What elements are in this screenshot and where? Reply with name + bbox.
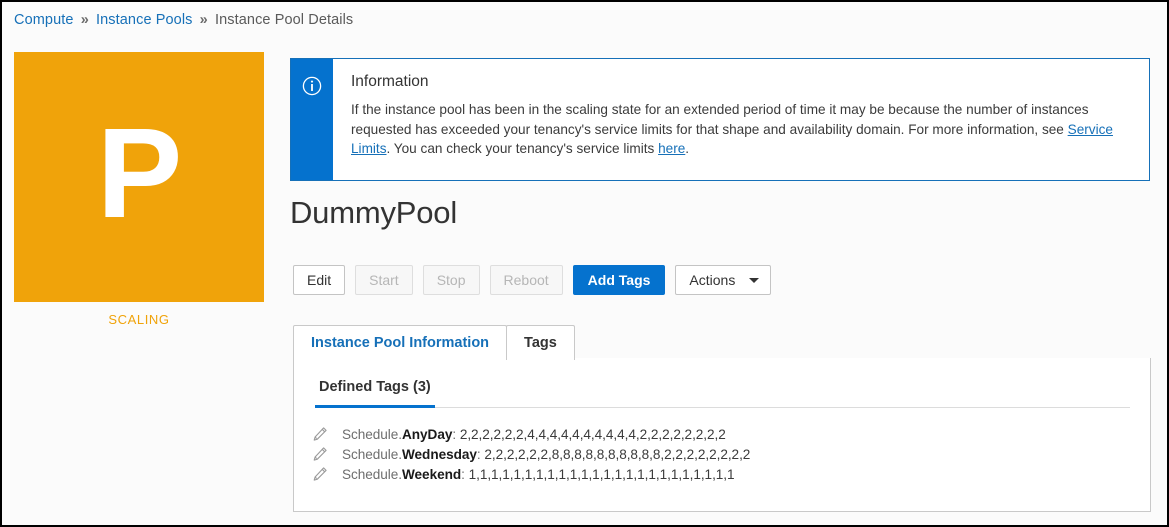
tag-entry: Schedule.AnyDay: 2,2,2,2,2,2,4,4,4,4,4,4…	[342, 427, 726, 442]
pencil-edit-icon[interactable]	[312, 426, 328, 442]
pencil-edit-icon[interactable]	[312, 446, 328, 462]
info-circle-icon	[302, 76, 322, 96]
info-text-segment-3: .	[685, 141, 690, 156]
tag-value: 1,1,1,1,1,1,1,1,1,1,1,1,1,1,1,1,1,1,1,1,…	[468, 466, 735, 482]
defined-tags-header: Defined Tags (3)	[315, 378, 1130, 408]
tab-instance-pool-information[interactable]: Instance Pool Information	[293, 325, 508, 360]
edit-button[interactable]: Edit	[293, 265, 346, 295]
tag-namespace: Schedule.	[342, 466, 403, 482]
info-banner-accent-bar	[291, 59, 333, 180]
tab-strip-filler	[573, 325, 1151, 360]
info-text-segment-1: If the instance pool has been in the sca…	[351, 102, 1089, 137]
chevron-down-icon	[749, 277, 760, 283]
breadcrumb-item-current: Instance Pool Details	[214, 12, 354, 28]
pencil-edit-icon[interactable]	[312, 466, 328, 482]
table-row: Schedule.Wednesday: 2,2,2,2,2,2,8,8,8,8,…	[312, 444, 1132, 464]
information-banner-body: Information If the instance pool has bee…	[333, 59, 1149, 180]
status-badge: SCALING	[108, 312, 170, 327]
tag-namespace: Schedule.	[342, 426, 403, 442]
information-banner: Information If the instance pool has bee…	[290, 58, 1150, 181]
start-button[interactable]: Start	[355, 265, 413, 295]
table-row: Schedule.AnyDay: 2,2,2,2,2,2,4,4,4,4,4,4…	[312, 424, 1132, 444]
information-banner-title: Information	[351, 73, 429, 90]
breadcrumb-separator: »	[199, 12, 208, 28]
tag-namespace: Schedule.	[342, 446, 403, 462]
table-row: Schedule.Weekend: 1,1,1,1,1,1,1,1,1,1,1,…	[312, 464, 1132, 484]
tag-key: Wednesday	[402, 446, 477, 462]
avatar-letter: P	[96, 102, 182, 245]
reboot-button[interactable]: Reboot	[489, 265, 563, 295]
information-banner-text: If the instance pool has been in the sca…	[351, 100, 1121, 159]
tag-separator: :	[452, 426, 460, 442]
actions-dropdown-label: Actions	[689, 272, 736, 288]
tag-entry: Schedule.Wednesday: 2,2,2,2,2,2,8,8,8,8,…	[342, 447, 750, 462]
defined-tags-list: Schedule.AnyDay: 2,2,2,2,2,2,4,4,4,4,4,4…	[312, 424, 1132, 484]
tab-strip: Instance Pool Information Tags	[293, 324, 1151, 360]
tab-tags[interactable]: Tags	[506, 325, 575, 360]
tag-key: AnyDay	[402, 426, 453, 442]
breadcrumb-item-compute[interactable]: Compute	[14, 12, 74, 28]
breadcrumb-item-instance-pools[interactable]: Instance Pools	[96, 12, 193, 28]
info-text-segment-2: . You can check your tenancy's service l…	[386, 141, 659, 156]
defined-tags-section-title: Defined Tags (3)	[315, 379, 435, 408]
action-button-row: Edit Start Stop Reboot Add Tags Actions	[293, 265, 772, 295]
actions-dropdown-button[interactable]: Actions	[675, 265, 772, 295]
page-title: DummyPool	[290, 195, 458, 230]
tags-tab-panel: Defined Tags (3) Schedule.AnyDay: 2,2,2,…	[293, 358, 1151, 512]
tag-key: Weekend	[402, 466, 462, 482]
instance-pool-details-page: Compute » Instance Pools » Instance Pool…	[0, 0, 1169, 527]
here-link[interactable]: here	[658, 141, 685, 156]
stop-button[interactable]: Stop	[422, 265, 480, 295]
breadcrumb-separator: »	[80, 12, 89, 28]
tag-entry: Schedule.Weekend: 1,1,1,1,1,1,1,1,1,1,1,…	[342, 467, 735, 482]
add-tags-button[interactable]: Add Tags	[572, 265, 666, 295]
instance-pool-avatar: P	[14, 52, 264, 302]
tag-separator: :	[461, 466, 469, 482]
tag-value: 2,2,2,2,2,2,8,8,8,8,8,8,8,8,8,8,2,2,2,2,…	[484, 446, 751, 462]
breadcrumb: Compute » Instance Pools » Instance Pool…	[14, 12, 353, 28]
tag-value: 2,2,2,2,2,2,4,4,4,4,4,4,4,4,4,4,2,2,2,2,…	[459, 426, 726, 442]
